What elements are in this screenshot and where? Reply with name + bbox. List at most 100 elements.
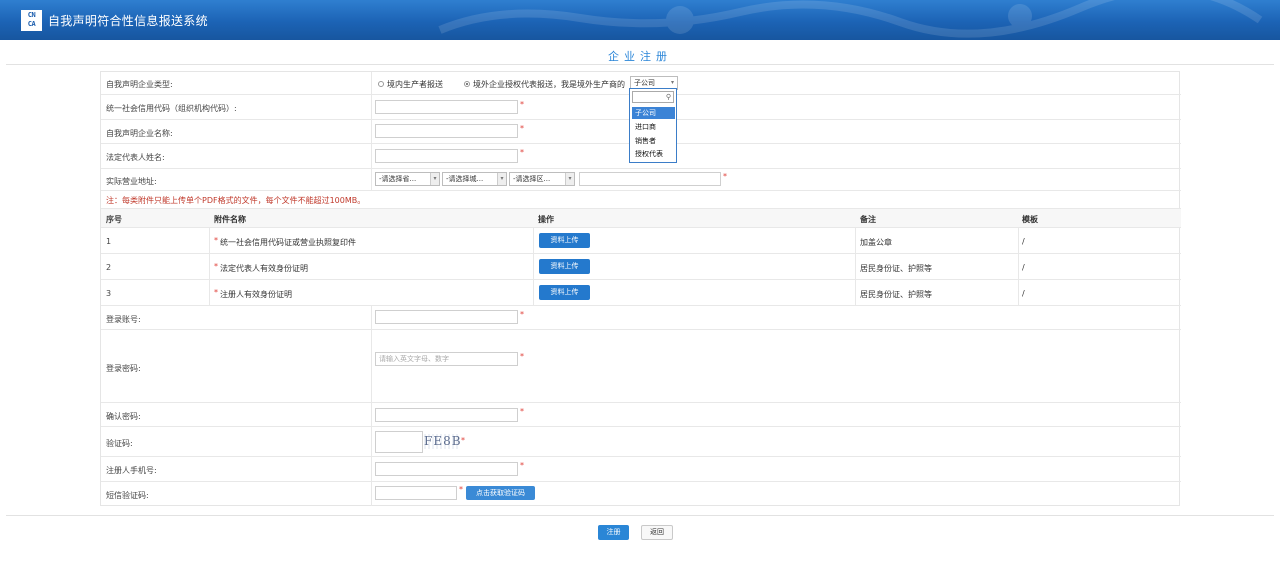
attachment-no: 2: [106, 263, 112, 272]
city-select-value: -请选择城...: [446, 175, 484, 183]
captcha-input[interactable]: [375, 431, 423, 453]
back-button[interactable]: 返回: [641, 525, 673, 540]
column-divider: [371, 306, 372, 329]
column-divider: [209, 280, 210, 305]
password-label: 登录密码:: [106, 364, 141, 373]
column-divider: [533, 254, 534, 279]
attachment-name: 注册人有效身份证明: [220, 290, 292, 299]
column-divider: [371, 144, 372, 168]
province-select-value: -请选择省...: [379, 175, 417, 183]
search-icon: ⚲: [665, 93, 671, 101]
upload-button[interactable]: 资料上传: [539, 233, 590, 248]
app-header: CN CA 自我声明符合性信息报送系统: [0, 0, 1280, 40]
dropdown-option[interactable]: 授权代表: [632, 148, 675, 160]
district-select-value: -请选择区...: [513, 175, 551, 183]
column-divider: [371, 403, 372, 426]
attachment-row: 1 * 统一社会信用代码证或营业执照复印件 资料上传 加盖公章 /: [101, 228, 1181, 254]
row-confirm-password: 确认密码: *: [101, 403, 1181, 427]
address-label: 实际营业地址:: [106, 177, 157, 186]
page-title: 企业注册: [608, 50, 672, 63]
account-label: 登录账号:: [106, 315, 141, 324]
row-notice: 注：每类附件只能上传单个PDF格式的文件，每个文件不能超过100MB。: [101, 191, 1181, 209]
captcha-label: 验证码:: [106, 439, 133, 448]
chevron-down-icon: ▾: [497, 173, 506, 185]
column-divider: [209, 254, 210, 279]
attachment-row: 3 * 注册人有效身份证明 资料上传 居民身份证、护照等 /: [101, 280, 1181, 306]
upload-button[interactable]: 资料上传: [539, 285, 590, 300]
column-divider: [855, 254, 856, 279]
confirm-password-input[interactable]: [375, 408, 518, 422]
attachment-note: 居民身份证、护照等: [860, 290, 932, 299]
dropdown-option[interactable]: 进口商: [632, 121, 675, 133]
dropdown-option[interactable]: 子公司: [632, 107, 675, 119]
street-address-input[interactable]: [579, 172, 721, 186]
column-divider: [533, 280, 534, 305]
col-header-action: 操作: [538, 215, 554, 224]
column-divider: [371, 169, 372, 190]
attachment-template[interactable]: /: [1022, 237, 1025, 246]
row-captcha: 验证码: *: [101, 427, 1181, 457]
col-header-template: 模板: [1022, 215, 1038, 224]
sms-code-label: 短信验证码:: [106, 491, 149, 500]
captcha-image[interactable]: FE8B: [424, 434, 461, 449]
radio-overseas[interactable]: [464, 81, 470, 87]
legal-rep-label: 法定代表人姓名:: [106, 153, 165, 162]
required-mark: *: [723, 172, 727, 181]
chevron-down-icon: ▾: [565, 173, 574, 185]
city-select[interactable]: -请选择城... ▾: [442, 172, 507, 186]
column-divider: [371, 427, 372, 456]
attachment-name: 统一社会信用代码证或营业执照复印件: [220, 238, 356, 247]
title-divider: [6, 64, 1274, 65]
upload-button[interactable]: 资料上传: [539, 259, 590, 274]
phone-input[interactable]: [375, 462, 518, 476]
column-divider: [1018, 280, 1019, 305]
radio-overseas-label: 境外企业授权代表报送，我是境外生产商的: [473, 80, 625, 89]
attachment-template[interactable]: /: [1022, 263, 1025, 272]
column-divider: [1018, 254, 1019, 279]
credit-code-input[interactable]: [375, 100, 518, 114]
account-input[interactable]: [375, 310, 518, 324]
required-mark: *: [520, 124, 524, 133]
column-divider: [1018, 228, 1019, 253]
required-mark: *: [520, 310, 524, 319]
attachment-name: 法定代表人有效身份证明: [220, 264, 308, 273]
attachment-note: 加盖公章: [860, 238, 892, 247]
required-mark: *: [520, 148, 524, 157]
row-phone: 注册人手机号: *: [101, 457, 1181, 482]
required-mark: *: [214, 236, 218, 245]
row-sms-code: 短信验证码: * 点击获取验证码: [101, 482, 1181, 506]
district-select[interactable]: -请选择区... ▾: [509, 172, 575, 186]
credit-code-label: 统一社会信用代码（组织机构代码）:: [106, 104, 237, 113]
system-title: 自我声明符合性信息报送系统: [48, 14, 208, 28]
column-divider: [533, 228, 534, 253]
logo-icon: CN CA: [21, 10, 42, 31]
radio-domestic-label: 境内生产者报送: [387, 80, 443, 89]
attachment-template[interactable]: /: [1022, 289, 1025, 298]
relation-select-value: 子公司: [634, 79, 655, 87]
row-address: 实际营业地址: -请选择省... ▾ -请选择城... ▾ -请选择区... ▾ *: [101, 169, 1181, 191]
attachment-note: 居民身份证、护照等: [860, 264, 932, 273]
dropdown-option[interactable]: 销售者: [632, 135, 675, 147]
dropdown-search-input[interactable]: ⚲: [632, 91, 674, 103]
required-mark: *: [214, 288, 218, 297]
legal-rep-input[interactable]: [375, 149, 518, 163]
attachment-row: 2 * 法定代表人有效身份证明 资料上传 居民身份证、护照等 /: [101, 254, 1181, 280]
column-divider: [371, 457, 372, 481]
footer-divider: [6, 515, 1274, 516]
column-divider: [371, 482, 372, 506]
radio-domestic[interactable]: [378, 81, 384, 87]
required-mark: *: [520, 100, 524, 109]
column-divider: [209, 228, 210, 253]
company-name-input[interactable]: [375, 124, 518, 138]
company-name-label: 自我声明企业名称:: [106, 129, 173, 138]
chevron-down-icon: ▾: [430, 173, 439, 185]
password-input[interactable]: 请输入英文字母、数字: [375, 352, 518, 366]
sms-code-input[interactable]: [375, 486, 457, 500]
attachment-no: 3: [106, 289, 112, 298]
register-button[interactable]: 注册: [598, 525, 629, 540]
col-header-note: 备注: [860, 215, 876, 224]
column-divider: [371, 120, 372, 143]
get-sms-code-button[interactable]: 点击获取验证码: [466, 486, 535, 500]
province-select[interactable]: -请选择省... ▾: [375, 172, 440, 186]
world-map-decoration: [438, 0, 1263, 38]
